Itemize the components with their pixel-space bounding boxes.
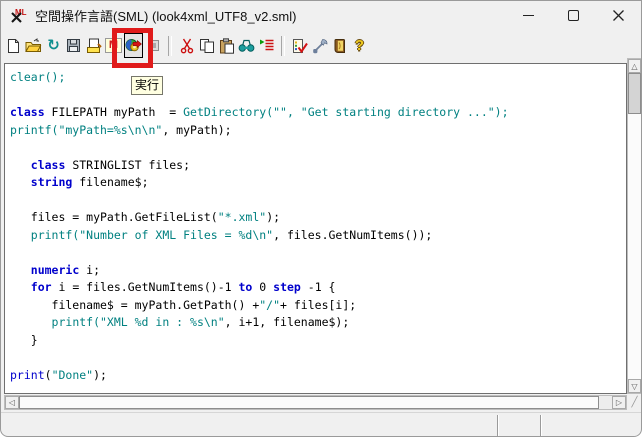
code-line: printf("myPath=%s\n\n", myPath); [10,122,509,140]
app-icon[interactable]: ML [10,7,27,24]
new-file-icon [6,38,21,54]
app-window: ML 空間操作言語(SML) (look4xml_UTF8_v2.sml) [0,0,642,437]
find-button[interactable] [237,33,256,58]
title-bar: ML 空間操作言語(SML) (look4xml_UTF8_v2.sml) [1,1,641,30]
code-line: class FILEPATH myPath = GetDirectory("",… [10,104,509,122]
scissors-icon [180,38,194,54]
code-line: printf("XML %d in : %s\n", i+1, filename… [10,314,509,332]
copy-button[interactable] [197,33,216,58]
code-line: printf("Number of XML Files = %d\n", fil… [10,227,509,245]
scrollbar-corner-resize-grip: ╱ [627,395,642,410]
code-line: } [10,332,509,350]
code-editor[interactable]: clear(); class FILEPATH myPath = GetDire… [4,63,627,394]
code-line: numeric i; [10,262,509,280]
horizontal-scrollbar[interactable]: ◁ ▷ [4,395,627,410]
scroll-up-arrow[interactable]: △ [628,59,641,73]
reload-button[interactable]: ↻ [44,33,63,58]
goto-line-button[interactable] [257,33,276,58]
save-as-icon [86,38,102,54]
scroll-right-arrow[interactable]: ▷ [612,396,626,409]
scroll-left-arrow[interactable]: ◁ [5,396,19,409]
reference-book-icon [332,38,347,54]
run-button-highlight-annotation [112,28,153,68]
minimize-icon [523,15,534,17]
clipboard-icon [219,38,235,54]
scroll-down-arrow[interactable]: ▽ [628,379,641,393]
toolbar-separator [168,36,172,56]
vertical-scrollbar[interactable]: △ ▽ [627,58,642,394]
status-bar-divider [497,415,499,436]
code-line [10,244,509,262]
svg-text:ML: ML [15,8,27,17]
help-question-icon: ? [355,37,364,54]
maximize-icon [568,10,579,21]
code-line: filename$ = myPath.GetPath() +"/"+ files… [10,297,509,315]
help-button[interactable]: ? [350,33,369,58]
vertical-scroll-thumb[interactable] [628,73,641,114]
code-line: print("Done"); [10,367,509,385]
wrench-icon [312,38,328,54]
code-line: clear(); [10,69,509,87]
copy-pages-icon [199,38,215,54]
syntax-check-icon [292,38,308,54]
status-bar [1,412,641,437]
toolbar: ↻ M [1,30,641,61]
paste-button[interactable] [217,33,236,58]
minimize-button[interactable] [506,1,551,30]
toolbar-separator [281,36,285,56]
code-line [10,87,509,105]
status-bar-divider [540,415,542,436]
code-content: clear(); class FILEPATH myPath = GetDire… [10,69,509,384]
maximize-button[interactable] [551,1,596,30]
horizontal-scroll-thumb[interactable] [19,396,599,409]
reference-book-button[interactable] [330,33,349,58]
open-file-button[interactable] [24,33,43,58]
reload-icon: ↻ [47,38,60,53]
code-line [10,349,509,367]
code-line: files = myPath.GetFileList("*.xml"); [10,209,509,227]
close-button[interactable] [596,1,641,30]
code-line [10,139,509,157]
code-line: for i = files.GetNumItems()-1 to 0 step … [10,279,509,297]
tools-button[interactable] [310,33,329,58]
run-tooltip: 実行 [131,76,163,95]
open-folder-icon [25,38,42,53]
code-line: string filename$; [10,174,509,192]
save-as-button[interactable] [84,33,103,58]
code-line [10,192,509,210]
floppy-disk-icon [66,38,81,53]
save-button[interactable] [64,33,83,58]
window-title: 空間操作言語(SML) (look4xml_UTF8_v2.sml) [35,6,296,25]
close-icon [612,9,625,22]
syntax-check-button[interactable] [290,33,309,58]
goto-line-icon [259,38,275,53]
code-line: class STRINGLIST files; [10,157,509,175]
new-file-button[interactable] [4,33,23,58]
cut-button[interactable] [177,33,196,58]
binoculars-icon [238,38,255,53]
